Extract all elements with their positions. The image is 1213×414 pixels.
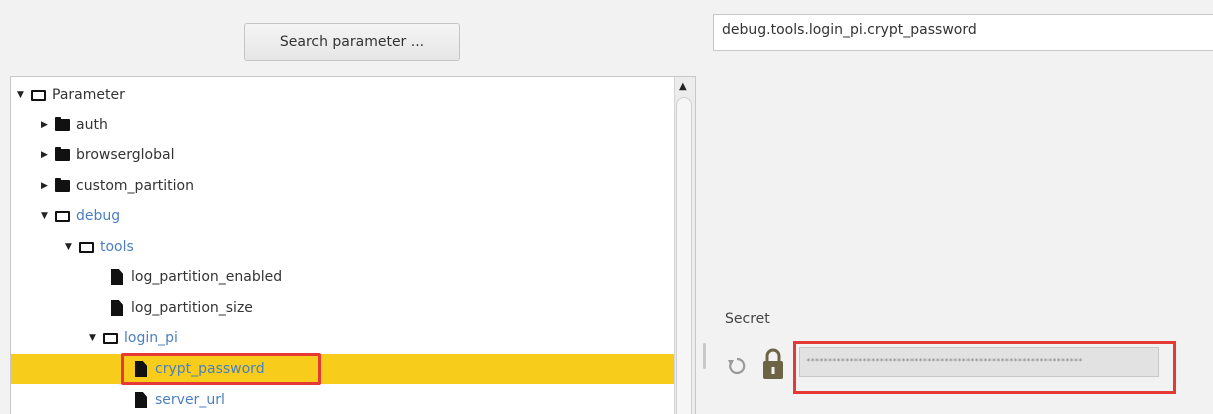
expand-arrow-icon[interactable]: ▼ [89,333,103,343]
folder-open-icon [31,89,46,101]
collapse-arrow-icon[interactable]: ▶ [41,181,55,191]
reset-icon[interactable] [727,356,747,376]
tree-item-tools[interactable]: ▼ tools [11,232,695,262]
secret-field-label: Secret [725,311,770,327]
scroll-up-arrow-icon[interactable]: ▲ [679,81,687,92]
scrollbar-thumb[interactable] [676,97,692,414]
tree-label: tools [100,239,134,255]
tree-item-log-partition-enabled[interactable]: log_partition_enabled [11,262,695,292]
panel-splitter[interactable] [703,343,706,369]
folder-icon [55,147,70,161]
folder-open-icon [79,241,94,253]
expand-arrow-icon[interactable]: ▼ [65,242,79,252]
annotation-highlight-secret [793,341,1176,394]
tree-label: debug [76,208,121,224]
parameter-tree: ▼ Parameter ▶ auth ▶ browserglobal ▶ cus… [10,76,696,414]
expand-arrow-icon[interactable]: ▼ [17,90,31,100]
file-icon [135,392,147,408]
lock-icon[interactable] [762,347,784,381]
tree-root[interactable]: ▼ Parameter [11,80,677,110]
parameter-editor: Search parameter ... ▼ Parameter ▶ auth … [0,0,1213,414]
tree-item-server-url[interactable]: server_url [11,385,695,414]
expand-arrow-icon[interactable]: ▼ [41,211,55,221]
folder-open-icon [103,332,118,344]
collapse-arrow-icon[interactable]: ▶ [41,150,55,160]
tree-label: custom_partition [76,178,194,194]
tree-label: server_url [155,392,225,408]
tree-label: auth [76,117,108,133]
tree-label: log_partition_size [131,300,253,316]
tree-item-auth[interactable]: ▶ auth [11,110,695,140]
tree-label: login_pi [124,330,178,346]
folder-icon [55,178,70,192]
tree-label: browserglobal [76,147,175,163]
parameter-path-field[interactable]: debug.tools.login_pi.crypt_password [713,14,1213,51]
folder-open-icon [55,210,70,222]
tree-item-login-pi[interactable]: ▼ login_pi [11,323,695,353]
collapse-arrow-icon[interactable]: ▶ [41,120,55,130]
annotation-highlight-tree [121,353,321,385]
file-icon [111,269,123,285]
tree-item-custom-partition[interactable]: ▶ custom_partition [11,171,695,201]
tree-label: log_partition_enabled [131,269,283,285]
file-icon [111,300,123,316]
folder-icon [55,117,70,131]
tree-item-browserglobal[interactable]: ▶ browserglobal [11,140,695,170]
tree-item-crypt-password[interactable]: crypt_password [11,354,695,384]
tree-item-log-partition-size[interactable]: log_partition_size [11,293,695,323]
search-parameter-button[interactable]: Search parameter ... [244,23,460,61]
tree-item-debug[interactable]: ▼ debug [11,201,695,231]
tree-label: Parameter [52,87,125,103]
tree-scrollbar[interactable]: ▲ [674,77,695,414]
